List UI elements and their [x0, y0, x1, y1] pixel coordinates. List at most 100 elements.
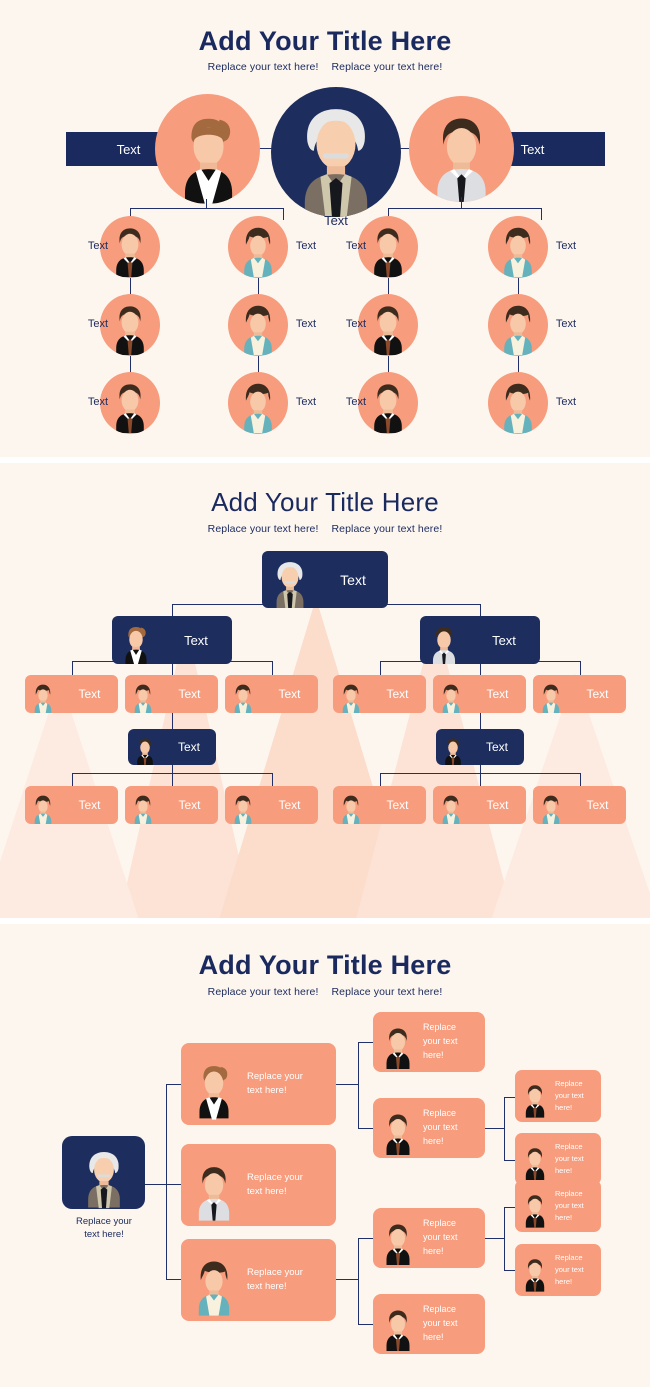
s2-l5-right-2[interactable]: Text [433, 786, 526, 824]
section1-subtitle-left: Replace your text here! [207, 61, 319, 73]
s1-root-label: Text [324, 213, 348, 228]
s2-right-l5-a [380, 773, 381, 786]
woman-teal-avatar-icon [244, 305, 272, 355]
s3-b3-spine [358, 1238, 359, 1324]
s2-l2-left-label: Text [184, 632, 208, 648]
s2-l5-left-3-label: Text [278, 798, 301, 812]
s2-l3-right-3[interactable]: Text [533, 675, 626, 713]
s3-b1-b [358, 1128, 374, 1129]
s1-left-head-circle[interactable] [155, 94, 260, 204]
s2-l3-left-3[interactable]: Text [225, 675, 318, 713]
s1-c4-r3-circle[interactable] [488, 372, 548, 434]
s1-root-circle[interactable] [271, 87, 401, 217]
s1-c4-r2-circle[interactable] [488, 294, 548, 356]
s3-col2-node-2[interactable]: Replace your text here! [181, 1144, 336, 1226]
s3-col4-node-1[interactable]: Replace your text here! [515, 1070, 601, 1122]
s1-right-drop [461, 197, 462, 208]
s3-col3-node-2[interactable]: Replace your text here! [373, 1098, 485, 1158]
s2-l5-left-3[interactable]: Text [225, 786, 318, 824]
man-black-suit-avatar-icon [373, 1208, 423, 1268]
s2-l5-left-2-label: Text [178, 798, 201, 812]
section-org-chart-circles: Add Your Title Here Replace your text he… [0, 0, 650, 457]
s3-root-node[interactable] [62, 1136, 145, 1209]
woman-teal-avatar-icon [504, 383, 532, 433]
s3-col3-node-3[interactable]: Replace your text here! [373, 1208, 485, 1268]
s3-col3-node-4[interactable]: Replace your text here! [373, 1294, 485, 1354]
s3-col4-node-1-label: Replace your text here! [555, 1079, 584, 1112]
s1-c4-r1-circle[interactable] [488, 216, 548, 278]
s2-l2-right-node[interactable]: Text [420, 616, 540, 664]
s1-c2-r3-circle[interactable] [228, 372, 288, 434]
s3-col2-node-2-label: Replace your text here! [247, 1171, 303, 1197]
s2-left-l5-a [72, 773, 73, 786]
s3-col3-node-3-label: Replace your text here! [423, 1218, 458, 1256]
s2-l3-right-1-label: Text [386, 687, 409, 701]
woman-teal-avatar-icon [125, 675, 161, 713]
man-black-suit-avatar-icon [515, 1244, 555, 1296]
s3-col3-node-2-label: Replace your text here! [423, 1108, 458, 1146]
s2-l3-left-1-label: Text [78, 687, 101, 701]
man-black-suit-avatar-icon [515, 1180, 555, 1232]
man-black-suit-avatar-icon [436, 729, 470, 765]
s2-l2-left-node[interactable]: Text [112, 616, 232, 664]
man-black-suit-avatar-icon [373, 1098, 423, 1158]
s1-left-bracket [130, 208, 283, 209]
s3-col4-node-3[interactable]: Replace your text here! [515, 1180, 601, 1232]
s2-right-l4-drop [480, 711, 481, 729]
s3-col4-node-4[interactable]: Replace your text here! [515, 1244, 601, 1296]
s2-l4-left-node[interactable]: Text [128, 729, 216, 765]
section2-subtitle: Replace your text here! Replace your text… [0, 523, 650, 535]
woman-teal-avatar-icon [533, 786, 569, 824]
s2-left-l4-drop [172, 711, 173, 729]
s3-col2-c [166, 1279, 182, 1280]
woman-teal-avatar-icon [504, 305, 532, 355]
s1-right-head-circle[interactable] [409, 96, 514, 202]
s1-c1-r1-label: Text [87, 240, 109, 252]
s2-l5-right-3[interactable]: Text [533, 786, 626, 824]
woman-teal-avatar-icon [433, 675, 469, 713]
man-grey-shirt-avatar-icon [181, 1144, 247, 1226]
s3-col2-node-1[interactable]: Replace your text here! [181, 1043, 336, 1125]
woman-teal-avatar-icon [504, 227, 532, 277]
section1-title: Add Your Title Here [198, 26, 452, 56]
s1-c4-r1-label: Text [555, 240, 577, 252]
elder-man-avatar-icon [304, 109, 368, 217]
s3-b1-a [358, 1042, 374, 1043]
s2-l5-right-1[interactable]: Text [333, 786, 426, 824]
s2-root-node[interactable]: Text [262, 551, 388, 608]
woman-teal-avatar-icon [225, 786, 261, 824]
s3-col2-node-3[interactable]: Replace your text here! [181, 1239, 336, 1321]
s1-c2-r1-circle[interactable] [228, 216, 288, 278]
elder-man-avatar-icon [262, 551, 318, 608]
s1-c1-r2-label: Text [87, 318, 109, 330]
s1-right-text-label: Text [520, 141, 545, 157]
s1-c3-r3-label: Text [345, 396, 367, 408]
s3-col4-node-2[interactable]: Replace your text here! [515, 1133, 601, 1185]
s2-l4-right-label: Text [485, 740, 508, 754]
s3-col4-node-2-label: Replace your text here! [555, 1142, 584, 1175]
s1-c2-r3-label: Text [295, 396, 317, 408]
s2-l2-right-drop [480, 604, 481, 616]
s2-l3-left-2[interactable]: Text [125, 675, 218, 713]
s2-right-l5-b [480, 773, 481, 786]
s2-l2-left-drop [172, 604, 173, 616]
section-org-chart-boxes: Add Your Title Here Replace your text he… [0, 463, 650, 918]
s3-col3-node-1[interactable]: Replace your text here! [373, 1012, 485, 1072]
s2-left-l3-c [272, 661, 273, 675]
s3-b3-a [358, 1238, 374, 1239]
s2-l3-right-3-label: Text [586, 687, 609, 701]
s1-c2-r1-label: Text [295, 240, 317, 252]
s2-l5-left-1[interactable]: Text [25, 786, 118, 824]
s2-l4-right-node[interactable]: Text [436, 729, 524, 765]
s2-left-l3-a [72, 661, 73, 675]
s2-l3-right-2[interactable]: Text [433, 675, 526, 713]
woman-teal-avatar-icon [225, 675, 261, 713]
s1-right-bracket [388, 208, 541, 209]
s1-c2-r2-circle[interactable] [228, 294, 288, 356]
s2-l5-left-2[interactable]: Text [125, 786, 218, 824]
s2-l3-right-1[interactable]: Text [333, 675, 426, 713]
s2-root-label: Text [340, 571, 366, 588]
s2-l3-left-1[interactable]: Text [25, 675, 118, 713]
s3-col2-spine [166, 1084, 167, 1279]
s1-c3-r2-label: Text [345, 318, 367, 330]
